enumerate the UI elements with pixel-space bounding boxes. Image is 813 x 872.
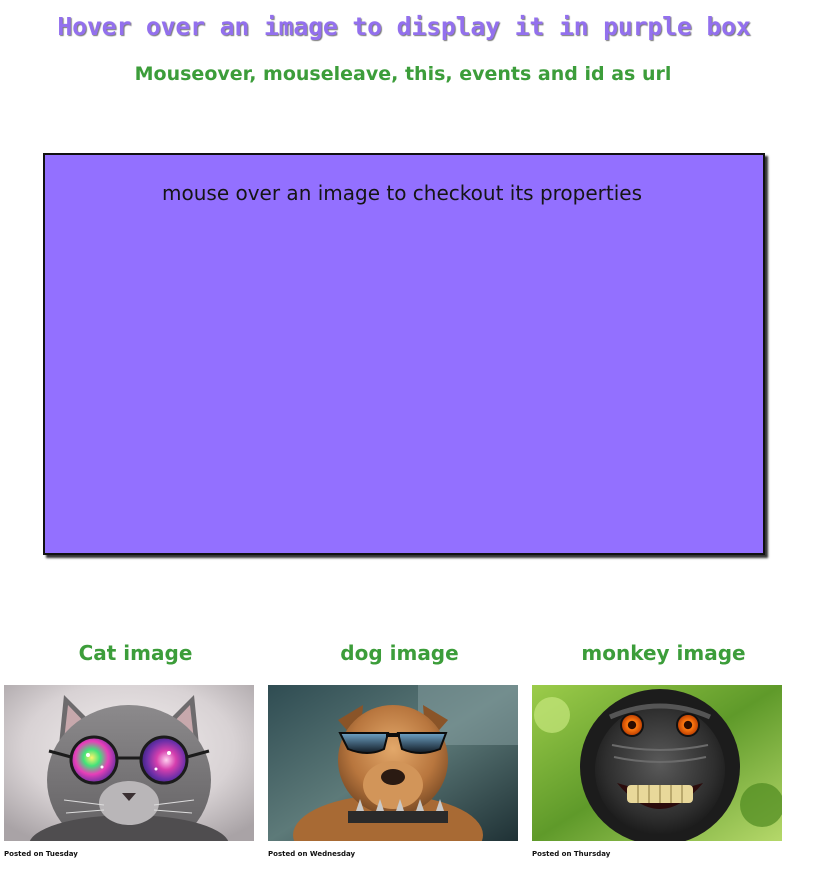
monkey-image-caption: monkey image	[581, 641, 746, 665]
page-title: Hover over an image to display it in pur…	[57, 12, 751, 41]
dog-image[interactable]	[268, 685, 518, 841]
gallery-item-dog: dog image Posted on Wednesday	[268, 640, 518, 858]
cat-image-caption: Cat image	[78, 641, 193, 665]
gallery-item-cat: Cat image Posted on Tuesday	[4, 640, 254, 858]
cat-image[interactable]	[4, 685, 254, 841]
purple-display-box: mouse over an image to checkout its prop…	[43, 153, 765, 555]
display-box-text: mouse over an image to checkout its prop…	[162, 181, 642, 205]
gallery-item-monkey: monkey image Posted on Thursday	[532, 640, 782, 858]
monkey-image[interactable]	[532, 685, 782, 841]
monkey-posted-date: Posted on Thursday	[532, 850, 611, 858]
cat-posted-date: Posted on Tuesday	[4, 850, 78, 858]
dog-image-caption: dog image	[340, 641, 459, 665]
page-subtitle: Mouseover, mouseleave, this, events and …	[134, 63, 672, 85]
dog-posted-date: Posted on Wednesday	[268, 850, 356, 858]
